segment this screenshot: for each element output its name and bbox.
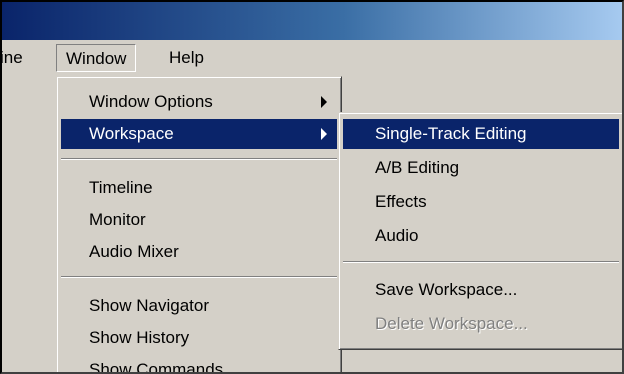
title-bar[interactable]	[2, 2, 622, 40]
menu-item-label: Save Workspace...	[375, 280, 518, 299]
menu-item-show-commands[interactable]: Show Commands	[61, 355, 337, 374]
menu-bar: ine Window Help	[2, 40, 622, 76]
menubar-item-timeline-partial[interactable]: ine	[2, 44, 32, 72]
menu-item-audio[interactable]: Audio	[343, 221, 619, 251]
menu-separator	[61, 158, 337, 160]
menubar-item-window[interactable]: Window	[56, 44, 137, 72]
menu-item-label: Monitor	[89, 210, 146, 229]
menu-item-timeline[interactable]: Timeline	[61, 173, 337, 203]
menu-item-delete-workspace: Delete Workspace...	[343, 309, 619, 339]
menu-item-label: A/B Editing	[375, 158, 460, 177]
menu-item-label: Effects	[375, 192, 427, 211]
menu-item-monitor[interactable]: Monitor	[61, 205, 337, 235]
menu-separator	[343, 261, 619, 263]
menu-item-label: Timeline	[89, 178, 153, 197]
menu-item-audio-mixer[interactable]: Audio Mixer	[61, 237, 337, 267]
menu-item-ab-editing[interactable]: A/B Editing	[343, 153, 619, 183]
menu-item-workspace[interactable]: Workspace	[61, 119, 337, 149]
submenu-arrow-icon	[321, 96, 327, 108]
menu-item-window-options[interactable]: Window Options	[61, 87, 337, 117]
menu-item-label: Window Options	[89, 92, 213, 111]
menu-item-effects[interactable]: Effects	[343, 187, 619, 217]
menu-item-show-navigator[interactable]: Show Navigator	[61, 291, 337, 321]
menu-item-label: Show Navigator	[89, 296, 210, 315]
menu-item-label: Show History	[89, 328, 190, 347]
menu-item-single-track-editing[interactable]: Single-Track Editing	[343, 119, 619, 149]
menu-item-label: Single-Track Editing	[375, 124, 527, 143]
application-window: ine Window Help Window Options Workspace…	[0, 0, 624, 374]
window-menu: Window Options Workspace Timeline Monito…	[56, 76, 342, 374]
menu-item-save-workspace[interactable]: Save Workspace...	[343, 275, 619, 305]
menu-item-label: Workspace	[89, 124, 174, 143]
menu-item-label: Show Commands	[89, 360, 224, 374]
menubar-item-help[interactable]: Help	[160, 44, 213, 72]
menu-item-label: Delete Workspace...	[375, 314, 528, 333]
submenu-arrow-icon	[321, 128, 327, 140]
menu-item-label: Audio	[375, 226, 419, 245]
menu-separator	[61, 276, 337, 278]
menu-item-label: Audio Mixer	[89, 242, 179, 261]
menu-item-show-history[interactable]: Show History	[61, 323, 337, 353]
workspace-submenu: Single-Track Editing A/B Editing Effects…	[338, 112, 622, 350]
workspace-area	[342, 350, 622, 372]
